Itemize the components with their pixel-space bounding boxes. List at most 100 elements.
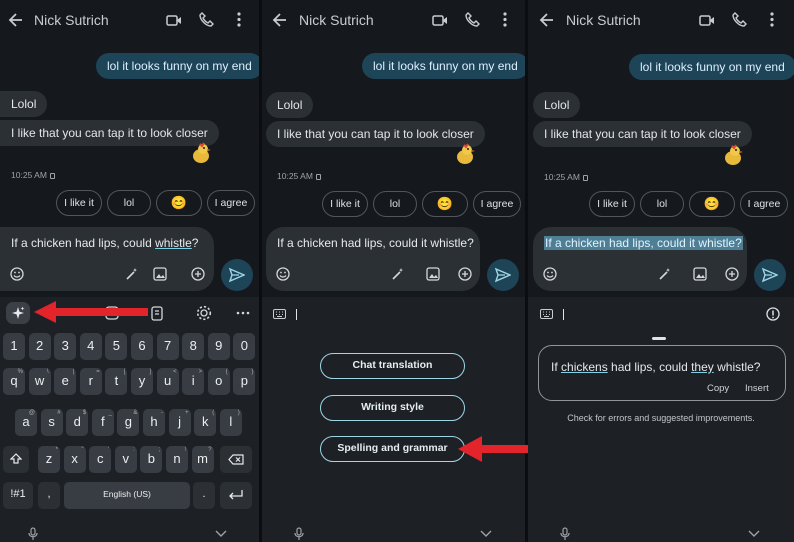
phone-icon[interactable] bbox=[199, 12, 214, 27]
writing-style-button[interactable]: Writing style bbox=[320, 395, 465, 421]
incoming-message[interactable]: Lolol bbox=[533, 92, 581, 118]
smart-reply-chip[interactable]: I like it bbox=[56, 190, 102, 216]
key-x[interactable]: x " bbox=[63, 446, 86, 473]
smart-reply-chip[interactable]: lol bbox=[373, 191, 417, 217]
emoji-icon[interactable] bbox=[10, 267, 24, 281]
key-6[interactable]: 6 bbox=[131, 333, 153, 360]
key-j[interactable]: j + bbox=[168, 409, 191, 436]
smart-reply-chip[interactable]: lol bbox=[640, 191, 684, 217]
backspace-key[interactable] bbox=[220, 446, 252, 473]
image-icon[interactable] bbox=[426, 267, 440, 281]
add-icon[interactable] bbox=[725, 267, 739, 281]
key-n[interactable]: n! bbox=[166, 446, 188, 473]
video-call-icon[interactable] bbox=[166, 14, 182, 27]
keyboard-icon[interactable] bbox=[273, 309, 286, 319]
magic-wand-icon[interactable] bbox=[658, 267, 672, 281]
chicken-sticker[interactable] bbox=[721, 144, 745, 166]
add-icon[interactable] bbox=[458, 267, 472, 281]
keyboard-icon[interactable] bbox=[540, 309, 553, 319]
compose-field[interactable]: If a chicken had lips, could whistle? bbox=[0, 227, 214, 291]
smart-reply-chip[interactable]: I agree bbox=[473, 191, 521, 217]
send-button[interactable] bbox=[221, 259, 253, 291]
more-vert-icon[interactable] bbox=[770, 12, 774, 27]
period-key[interactable]: . bbox=[193, 482, 215, 509]
key-h[interactable]: h- bbox=[143, 409, 165, 436]
drag-handle[interactable] bbox=[652, 337, 666, 340]
incoming-message[interactable]: I like that you can tap it to look close… bbox=[533, 121, 752, 147]
chicken-sticker[interactable] bbox=[189, 142, 213, 164]
outgoing-message[interactable]: lol it looks funny on my end bbox=[362, 53, 525, 79]
selected-draft-text[interactable]: If a chicken had lips, could it whistle? bbox=[544, 236, 743, 250]
smart-reply-chip[interactable]: I agree bbox=[207, 190, 255, 216]
key-f[interactable]: f _ bbox=[91, 409, 114, 436]
back-arrow-icon[interactable] bbox=[272, 11, 288, 29]
shift-key[interactable] bbox=[3, 446, 29, 473]
add-icon[interactable] bbox=[191, 267, 205, 281]
mic-icon[interactable] bbox=[294, 527, 304, 540]
send-button[interactable] bbox=[487, 259, 519, 291]
draft-underlined-word[interactable]: whistle bbox=[155, 236, 192, 250]
smart-reply-chip[interactable]: lol bbox=[107, 190, 151, 216]
key-e[interactable]: e | bbox=[54, 368, 77, 395]
copy-button[interactable]: Copy bbox=[707, 383, 729, 394]
image-icon[interactable] bbox=[693, 267, 707, 281]
compose-text[interactable]: If a chicken had lips, could it whistle? bbox=[544, 236, 743, 250]
key-1[interactable]: 1 bbox=[3, 333, 25, 360]
outgoing-message[interactable]: lol it looks funny on my end bbox=[96, 53, 259, 79]
comma-key[interactable]: , bbox=[38, 482, 60, 509]
key-z[interactable]: z * bbox=[38, 446, 60, 473]
phone-icon[interactable] bbox=[732, 12, 747, 27]
mic-icon[interactable] bbox=[560, 527, 570, 540]
insert-button[interactable]: Insert bbox=[745, 383, 769, 394]
key-b[interactable]: b; bbox=[140, 446, 163, 473]
key-s[interactable]: s # bbox=[40, 409, 63, 436]
symbols-key[interactable]: !#1 bbox=[3, 482, 33, 509]
incoming-message[interactable]: Lolol bbox=[266, 92, 314, 118]
smart-reply-chip[interactable]: I agree bbox=[740, 191, 788, 217]
phone-icon[interactable] bbox=[465, 12, 480, 27]
chevron-down-icon[interactable] bbox=[215, 530, 227, 538]
smart-reply-chip[interactable]: 😊 bbox=[156, 190, 202, 216]
video-call-icon[interactable] bbox=[432, 14, 448, 27]
more-horiz-icon[interactable] bbox=[235, 305, 251, 321]
key-v[interactable]: v: bbox=[114, 446, 137, 473]
send-button[interactable] bbox=[754, 259, 786, 291]
key-5[interactable]: 5 bbox=[105, 333, 128, 360]
key-w[interactable]: w \ bbox=[28, 368, 51, 395]
clipboard-icon[interactable] bbox=[149, 305, 165, 321]
more-vert-icon[interactable] bbox=[503, 12, 507, 27]
magic-wand-icon[interactable] bbox=[391, 267, 405, 281]
magic-wand-icon[interactable] bbox=[125, 267, 139, 281]
key-m[interactable]: m? bbox=[191, 446, 214, 473]
image-icon[interactable] bbox=[153, 267, 167, 281]
key-3[interactable]: 3 bbox=[54, 333, 77, 360]
back-arrow-icon[interactable] bbox=[539, 11, 555, 29]
chevron-down-icon[interactable] bbox=[748, 530, 760, 538]
mic-icon[interactable] bbox=[28, 527, 38, 540]
key-u[interactable]: u < bbox=[156, 368, 179, 395]
space-bar[interactable]: English (US) bbox=[64, 482, 190, 509]
emoji-icon[interactable] bbox=[543, 267, 557, 281]
smart-reply-chip[interactable]: 😊 bbox=[422, 191, 468, 217]
key-d[interactable]: d $ bbox=[66, 409, 89, 436]
incoming-message[interactable]: I like that you can tap it to look close… bbox=[266, 121, 485, 147]
smart-reply-chip[interactable]: 😊 bbox=[689, 191, 735, 217]
enter-key[interactable] bbox=[220, 482, 252, 509]
info-icon[interactable] bbox=[766, 307, 780, 321]
emoji-icon[interactable] bbox=[276, 267, 290, 281]
key-i[interactable]: i > bbox=[182, 368, 205, 395]
key-8[interactable]: 8 bbox=[182, 333, 205, 360]
compose-field[interactable]: If a chicken had lips, could it whistle? bbox=[533, 227, 747, 291]
key-7[interactable]: 7 bbox=[156, 333, 179, 360]
key-a[interactable]: a @ bbox=[15, 409, 37, 436]
key-2[interactable]: 2 bbox=[28, 333, 51, 360]
chat-translation-button[interactable]: Chat translation bbox=[320, 353, 465, 379]
key-l[interactable]: l) bbox=[219, 409, 242, 436]
smart-reply-chip[interactable]: I like it bbox=[589, 191, 635, 217]
incoming-message[interactable]: I like that you can tap it to look close… bbox=[0, 120, 219, 146]
compose-text[interactable]: If a chicken had lips, could it whistle? bbox=[277, 236, 474, 250]
outgoing-message[interactable]: lol it looks funny on my end bbox=[629, 54, 794, 80]
key-t[interactable]: t[ bbox=[105, 368, 128, 395]
key-g[interactable]: g & bbox=[117, 409, 140, 436]
key-0[interactable]: 0 bbox=[233, 333, 256, 360]
